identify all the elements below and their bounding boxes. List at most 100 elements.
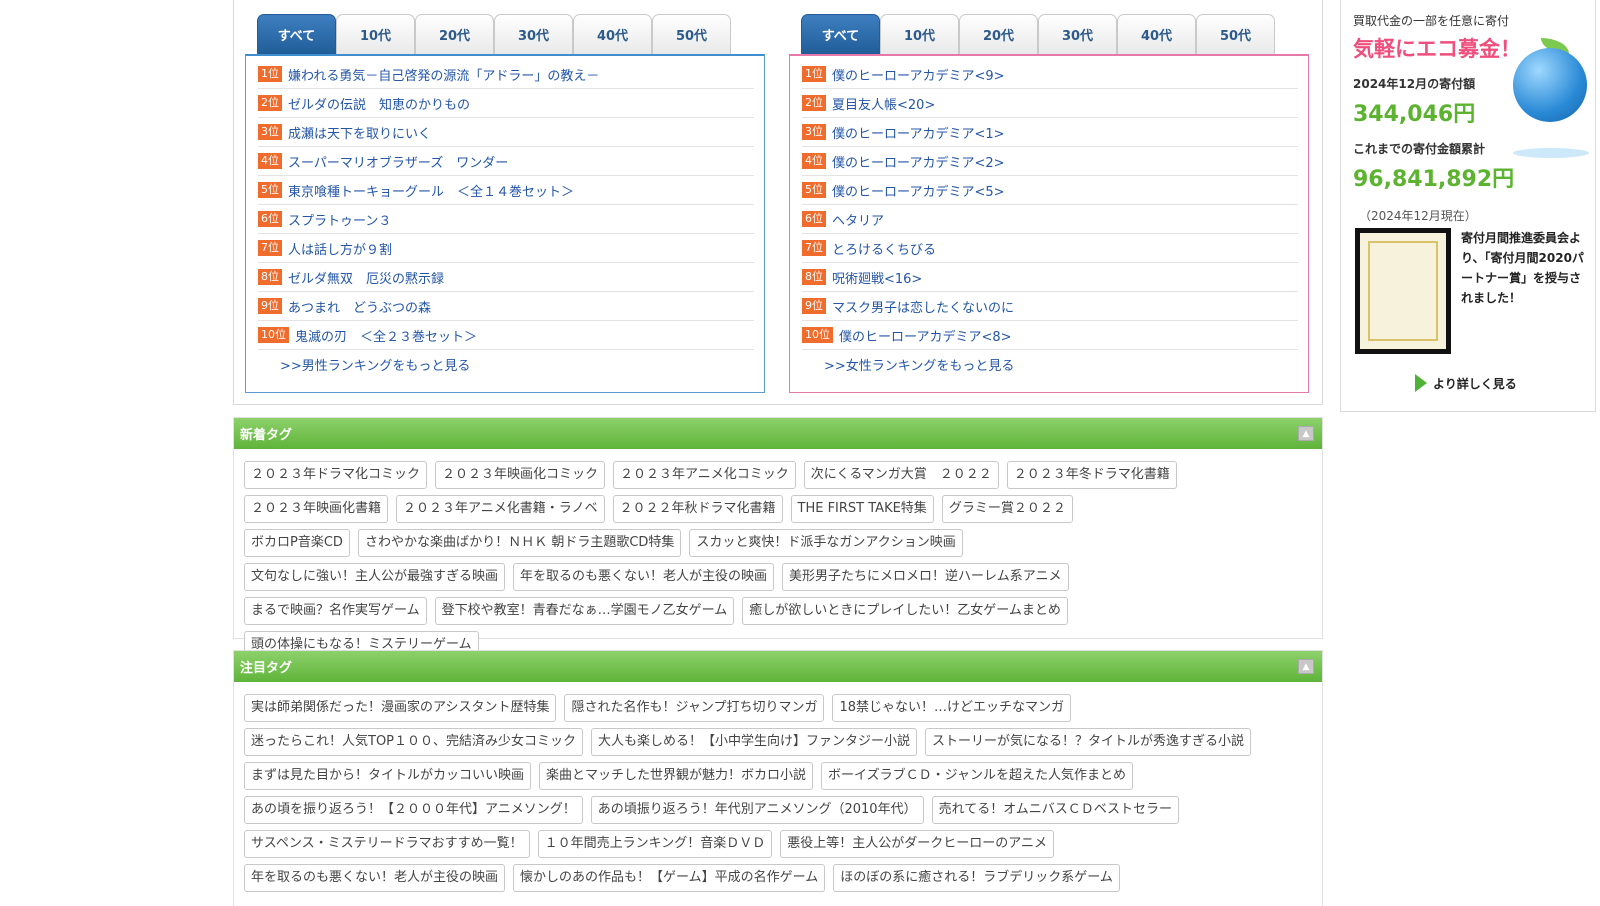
female-tab-10s[interactable]: 10代 <box>880 14 959 54</box>
tag-link[interactable]: ストーリーが気になる！？タイトルが秀逸すぎる小説 <box>925 728 1252 756</box>
tag-link[interactable]: 年を取るのも悪くない！老人が主役の映画 <box>244 864 506 892</box>
tag-link[interactable]: 登下校や教室！青春だなぁ…学園モノ乙女ゲーム <box>434 597 735 625</box>
tag-link[interactable]: ほのぼの系に癒される！ラブデリック系ゲーム <box>833 864 1120 892</box>
tag-link[interactable]: ２０２３年アニメ化書籍・ラノベ <box>396 495 605 523</box>
male-tab-50s[interactable]: 50代 <box>652 14 731 54</box>
ranking-title-link[interactable]: あつまれ どうぶつの森 <box>288 297 431 316</box>
ranking-row[interactable]: 10位 鬼滅の刃 ＜全２３巻セット＞ <box>258 321 754 350</box>
rank-badge: 7位 <box>258 240 282 256</box>
ranking-row[interactable]: 4位 僕のヒーローアカデミア<2> <box>802 147 1298 176</box>
ranking-row[interactable]: 1位 嫌われる勇気－自己啓発の源流「アドラー」の教え－ <box>258 60 754 89</box>
tag-link[interactable]: 売れてる！オムニバスＣＤベストセラー <box>931 796 1180 824</box>
ranking-title-link[interactable]: 僕のヒーローアカデミア<9> <box>832 65 1005 84</box>
tag-link[interactable]: ボーイズラブＣＤ・ジャンルを超えた人気作まとめ <box>821 762 1133 790</box>
tag-link[interactable]: 楽曲とマッチした世界観が魅力！ボカロ小説 <box>539 762 814 790</box>
ranking-row[interactable]: 2位 夏目友人帳<20> <box>802 89 1298 118</box>
ranking-title-link[interactable]: 東京喰種トーキョーグール ＜全１４巻セット＞ <box>288 181 574 200</box>
male-tab-all[interactable]: すべて <box>257 14 336 54</box>
tag-link[interactable]: 年を取るのも悪くない！老人が主役の映画 <box>513 563 775 591</box>
ranking-row[interactable]: 4位 スーパーマリオブラザーズ ワンダー <box>258 147 754 176</box>
play-arrow-icon <box>1415 374 1427 392</box>
ranking-row[interactable]: 9位 あつまれ どうぶつの森 <box>258 292 754 321</box>
female-ranking-more-link[interactable]: >>女性ランキングをもっと見る <box>824 355 1014 374</box>
ranking-row[interactable]: 7位 とろけるくちびる <box>802 234 1298 263</box>
female-tab-20s[interactable]: 20代 <box>959 14 1038 54</box>
ranking-title-link[interactable]: 呪術廻戦<16> <box>832 268 922 287</box>
ranking-title-link[interactable]: 僕のヒーローアカデミア<5> <box>832 181 1005 200</box>
tag-link[interactable]: ２０２３年映画化コミック <box>435 461 606 489</box>
tag-link[interactable]: 文句なしに強い！主人公が最強すぎる映画 <box>244 563 506 591</box>
tag-link[interactable]: THE FIRST TAKE特集 <box>790 495 934 523</box>
tag-link[interactable]: ２０２３年アニメ化コミック <box>613 461 796 489</box>
tag-link[interactable]: ２０２３年冬ドラマ化書籍 <box>1006 461 1177 489</box>
ranking-title-link[interactable]: 鬼滅の刃 ＜全２３巻セット＞ <box>295 326 477 345</box>
ranking-row[interactable]: 1位 僕のヒーローアカデミア<9> <box>802 60 1298 89</box>
ranking-row[interactable]: 9位 マスク男子は恋したくないのに <box>802 292 1298 321</box>
ranking-row[interactable]: 6位 ヘタリア <box>802 205 1298 234</box>
rank-badge: 7位 <box>802 240 826 256</box>
tag-link[interactable]: あの頃を振り返ろう！【２０００年代】アニメソング！ <box>244 796 583 824</box>
ranking-row[interactable]: 8位 ゼルダ無双 厄災の黙示録 <box>258 263 754 292</box>
ranking-title-link[interactable]: 僕のヒーローアカデミア<8> <box>839 326 1012 345</box>
donation-detail-link[interactable]: より詳しく見る <box>1415 374 1517 392</box>
ranking-row[interactable]: 7位 人は話し方が９割 <box>258 234 754 263</box>
tag-link[interactable]: ２０２３年映画化書籍 <box>244 495 389 523</box>
ranking-title-link[interactable]: とろけるくちびる <box>832 239 936 258</box>
female-tab-50s[interactable]: 50代 <box>1196 14 1275 54</box>
tag-link[interactable]: さわやかな楽曲ばかり！ＮＨＫ 朝ドラ主題歌CD特集 <box>357 529 682 557</box>
ranking-title-link[interactable]: 成瀬は天下を取りにいく <box>288 123 431 142</box>
rank-badge: 1位 <box>802 66 826 82</box>
ranking-title-link[interactable]: ヘタリア <box>832 210 884 229</box>
male-tab-40s[interactable]: 40代 <box>573 14 652 54</box>
male-tab-10s[interactable]: 10代 <box>336 14 415 54</box>
male-tab-30s[interactable]: 30代 <box>494 14 573 54</box>
tag-link[interactable]: 大人も楽しめる！【小中学生向け】ファンタジー小説 <box>591 728 918 756</box>
tag-link[interactable]: 隠された名作も！ジャンプ打ち切りマンガ <box>564 694 825 722</box>
tag-link[interactable]: 癒しが欲しいときにプレイしたい！乙女ゲームまとめ <box>742 597 1068 625</box>
ranking-title-link[interactable]: 夏目友人帳<20> <box>832 94 935 113</box>
tag-link[interactable]: まずは見た目から！タイトルがカッコいい映画 <box>244 762 532 790</box>
male-tab-20s[interactable]: 20代 <box>415 14 494 54</box>
ranking-title-link[interactable]: 人は話し方が９割 <box>288 239 392 258</box>
ranking-row[interactable]: 10位 僕のヒーローアカデミア<8> <box>802 321 1298 350</box>
tag-link[interactable]: あの頃振り返ろう！年代別アニメソング（2010年代） <box>590 796 924 824</box>
tag-link[interactable]: 迷ったらこれ！人気TOP１００、完結済み少女コミック <box>244 728 584 756</box>
ranking-title-link[interactable]: ゼルダの伝説 知恵のかりもの <box>288 94 470 113</box>
tag-link[interactable]: 18禁じゃない！…けどエッチなマンガ <box>832 694 1071 722</box>
tag-link[interactable]: ２０２２年秋ドラマ化書籍 <box>612 495 783 523</box>
ranking-row[interactable]: 5位 僕のヒーローアカデミア<5> <box>802 176 1298 205</box>
tag-link[interactable]: ２０２３年ドラマ化コミック <box>244 461 428 489</box>
ranking-row[interactable]: 3位 成瀬は天下を取りにいく <box>258 118 754 147</box>
tag-link[interactable]: 美形男子たちにメロメロ！逆ハーレム系アニメ <box>782 563 1069 591</box>
collapse-icon[interactable]: ▲ <box>1298 659 1314 674</box>
featured-tags-section: 注目タグ ▲ 実は師弟関係だった！漫画家のアシスタント歴特集 隠された名作も！ジ… <box>233 650 1323 906</box>
female-tab-30s[interactable]: 30代 <box>1038 14 1117 54</box>
tag-link[interactable]: サスペンス・ミステリードラマおすすめ一覧！ <box>244 830 530 858</box>
ranking-row[interactable]: 3位 僕のヒーローアカデミア<1> <box>802 118 1298 147</box>
female-tab-all[interactable]: すべて <box>801 14 880 54</box>
tag-link[interactable]: まるで映画？名作実写ゲーム <box>244 597 427 625</box>
ranking-title-link[interactable]: マスク男子は恋したくないのに <box>832 297 1014 316</box>
tag-link[interactable]: グラミー賞２０２２ <box>941 495 1073 523</box>
new-tags-section: 新着タグ ▲ ２０２３年ドラマ化コミック ２０２３年映画化コミック ２０２３年ア… <box>233 417 1323 659</box>
ranking-row[interactable]: 6位 スプラトゥーン３ <box>258 205 754 234</box>
female-tab-40s[interactable]: 40代 <box>1117 14 1196 54</box>
tag-link[interactable]: 懐かしのあの作品も！【ゲーム】平成の名作ゲーム <box>513 864 826 892</box>
ranking-title-link[interactable]: ゼルダ無双 厄災の黙示録 <box>288 268 444 287</box>
tag-link[interactable]: スカッと爽快！ド派手なガンアクション映画 <box>689 529 963 557</box>
ranking-title-link[interactable]: 僕のヒーローアカデミア<1> <box>832 123 1005 142</box>
ranking-title-link[interactable]: スプラトゥーン３ <box>288 210 391 229</box>
tag-link[interactable]: 実は師弟関係だった！漫画家のアシスタント歴特集 <box>244 694 557 722</box>
ranking-row[interactable]: 5位 東京喰種トーキョーグール ＜全１４巻セット＞ <box>258 176 754 205</box>
collapse-icon[interactable]: ▲ <box>1298 426 1314 441</box>
tag-link[interactable]: １０年間売上ランキング！音楽ＤＶＤ <box>537 830 773 858</box>
ranking-title-link[interactable]: スーパーマリオブラザーズ ワンダー <box>288 152 508 171</box>
tag-link[interactable]: 悪役上等！主人公がダークヒーローのアニメ <box>780 830 1054 858</box>
ranking-title-link[interactable]: 僕のヒーローアカデミア<2> <box>832 152 1005 171</box>
ranking-row[interactable]: 8位 呪術廻戦<16> <box>802 263 1298 292</box>
male-ranking-more-link[interactable]: >>男性ランキングをもっと見る <box>280 355 470 374</box>
ranking-title-link[interactable]: 嫌われる勇気－自己啓発の源流「アドラー」の教え－ <box>288 65 599 84</box>
tag-link[interactable]: 次にくるマンガ大賞 ２０２２ <box>803 461 999 489</box>
ranking-row[interactable]: 2位 ゼルダの伝説 知恵のかりもの <box>258 89 754 118</box>
tag-link[interactable]: ボカロP音楽CD <box>244 529 350 557</box>
